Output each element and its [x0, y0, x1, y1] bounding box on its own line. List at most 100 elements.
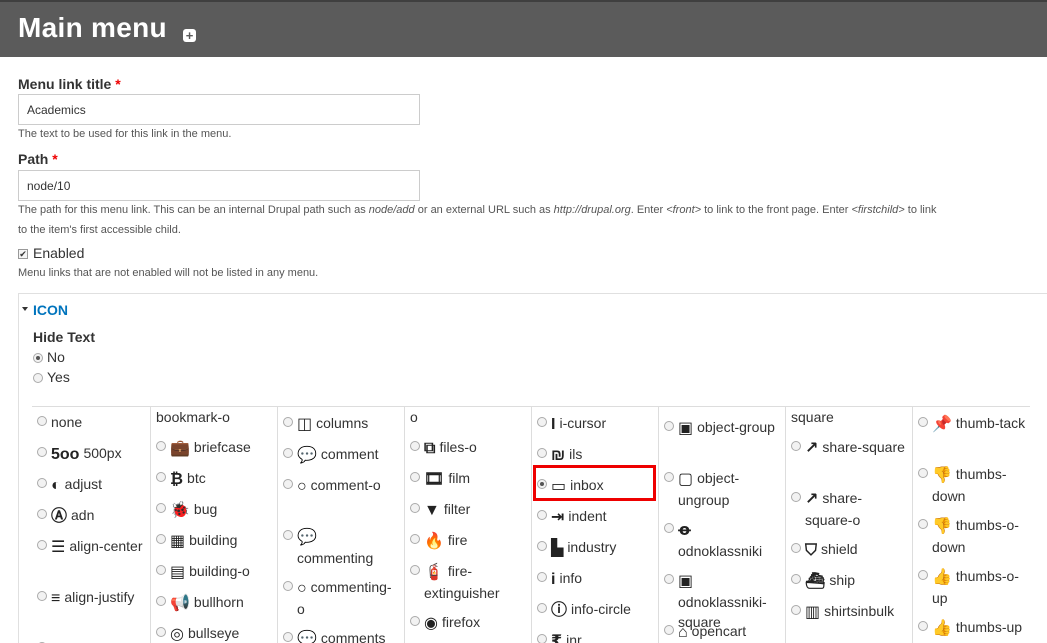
icon-option-radio[interactable]	[918, 621, 928, 631]
icon-option-label: square	[791, 407, 909, 427]
icon-option-text: briefcase	[193, 439, 251, 455]
icon-option-radio[interactable]	[156, 472, 166, 482]
icon-option-label: ○ commenting-o	[297, 577, 397, 619]
icon-option-text: o	[410, 409, 418, 425]
icon-option-radio[interactable]	[537, 634, 547, 643]
icon-option-radio[interactable]	[283, 479, 293, 489]
icon-option-label: ◎ bullseye	[170, 623, 270, 643]
enabled-label: Enabled	[33, 245, 85, 261]
icon-option-radio[interactable]	[37, 478, 47, 488]
icon-option-radio[interactable]	[156, 565, 166, 575]
enabled-checkbox[interactable]: ✔	[18, 249, 28, 259]
bullseye-icon: ◎	[170, 626, 184, 643]
icon-column: ▣ object-group ▢ object-ungroup ꝋodnoklassni…	[658, 407, 785, 643]
icon-option-radio[interactable]	[156, 627, 166, 637]
path-input[interactable]	[18, 170, 420, 201]
icon-option-radio[interactable]	[410, 534, 420, 544]
icon-option-label: ◉ firefox	[424, 612, 524, 634]
film-icon: 🎞	[424, 471, 445, 488]
odnoklassniki-icon: ꝋ	[678, 522, 692, 539]
path-label-text: Path	[18, 151, 49, 167]
icon-option-radio[interactable]	[791, 605, 801, 615]
icon-option-radio[interactable]	[537, 603, 547, 613]
inr-icon: ₹	[551, 633, 563, 643]
icon-option-text: comments	[320, 630, 386, 643]
icon-option-radio[interactable]	[664, 421, 674, 431]
icon-option-radio[interactable]	[37, 447, 47, 457]
path-desc-part: . Enter	[630, 204, 667, 216]
icon-option-radio[interactable]	[664, 625, 674, 635]
align-justify-icon: ≡	[51, 590, 61, 607]
fire-extinguisher-icon: 🧯	[424, 564, 444, 581]
icon-option-radio[interactable]	[791, 441, 801, 451]
hide-text-yes-radio[interactable]	[33, 373, 43, 383]
shield-icon: ⛉	[805, 542, 818, 559]
path-desc-part: or an external URL such as	[414, 204, 554, 216]
icon-option-radio[interactable]	[37, 509, 47, 519]
icon-legend-text: ICON	[33, 302, 68, 318]
path-desc-part: to the item's first accessible child.	[18, 224, 181, 236]
icon-option-radio[interactable]	[410, 441, 420, 451]
icon-option-label: ▤ building-o	[170, 561, 270, 583]
icon-option-label: ⛴ ship	[805, 570, 905, 592]
icon-option-radio[interactable]	[156, 441, 166, 451]
icon-option-radio[interactable]	[156, 534, 166, 544]
icon-column: ◫ columns 💬 comment ○ comment-o 💬commenting ○ co…	[277, 407, 404, 643]
icon-option-text: bullseye	[187, 625, 240, 641]
icon-option-radio[interactable]	[156, 503, 166, 513]
icon-option-radio[interactable]	[537, 510, 547, 520]
icon-option-label: ▙ industry	[551, 537, 651, 559]
comments-icon: 💬	[297, 631, 317, 643]
icon-option-radio[interactable]	[410, 565, 420, 575]
icon-option-radio[interactable]	[37, 416, 47, 426]
odnoklassniki-square-icon: ▣	[678, 573, 694, 590]
icon-option-radio[interactable]	[664, 523, 674, 533]
icon-option-text: commenting-o	[297, 579, 392, 617]
icon-option-radio[interactable]	[410, 503, 420, 513]
icon-option-radio[interactable]	[918, 468, 928, 478]
path-description: The path for this menu link. This can be…	[18, 200, 937, 240]
icon-option-radio[interactable]	[410, 472, 420, 482]
icon-option-radio[interactable]	[283, 448, 293, 458]
fire-icon: 🔥	[424, 533, 444, 550]
icon-option-radio[interactable]	[283, 417, 293, 427]
icon-option-radio[interactable]	[537, 417, 547, 427]
icon-option-radio[interactable]	[37, 540, 47, 550]
icon-option-radio[interactable]	[918, 519, 928, 529]
hide-text-no-radio[interactable]	[33, 353, 43, 363]
icon-option-radio[interactable]	[283, 632, 293, 642]
icon-option-radio[interactable]	[410, 616, 420, 626]
icon-option-radio[interactable]	[791, 574, 801, 584]
icon-option-radio[interactable]	[156, 596, 166, 606]
icon-option-radio[interactable]	[664, 574, 674, 584]
menu-link-title-input[interactable]	[18, 94, 420, 125]
icon-option-label: ⌂ opencart	[678, 621, 778, 643]
thumbs-o-down-icon: 👎	[932, 518, 952, 535]
icon-column: none 5oo 500px ◐ adjust Ⓐadn ☰ align-center ≡ ali…	[32, 407, 159, 643]
icon-option-label: 5oo 500px	[51, 443, 151, 465]
icon-option-radio[interactable]	[918, 417, 928, 427]
required-mark: *	[115, 76, 121, 92]
object-group-icon: ▣	[678, 420, 694, 437]
icon-option-text: comment	[320, 446, 379, 462]
filter-icon: ▼	[424, 502, 440, 519]
thumb-tack-icon: 📌	[932, 416, 952, 433]
icon-option-radio[interactable]	[918, 570, 928, 580]
icon-section-toggle[interactable]: ICON	[22, 302, 68, 318]
icon-option-radio[interactable]	[791, 543, 801, 553]
icon-option-radio[interactable]	[537, 541, 547, 551]
icon-option-radio[interactable]	[664, 472, 674, 482]
menu-link-title-description: The text to be used for this link in the…	[18, 128, 232, 140]
plus-square-icon[interactable]: +	[183, 29, 196, 42]
icon-option-text: odnoklassniki	[678, 543, 763, 559]
icon-option-radio[interactable]	[283, 530, 293, 540]
icon-option-radio[interactable]	[537, 572, 547, 582]
bug-icon: 🐞	[170, 502, 190, 519]
icon-option-text: bullhorn	[193, 594, 244, 610]
icon-option-text: 500px	[83, 445, 122, 461]
icon-option-radio[interactable]	[37, 591, 47, 601]
icon-option-radio[interactable]	[791, 492, 801, 502]
icon-option-label: 💬 comment	[297, 444, 397, 466]
icon-option-radio[interactable]	[283, 581, 293, 591]
icon-option-radio[interactable]	[537, 448, 547, 458]
